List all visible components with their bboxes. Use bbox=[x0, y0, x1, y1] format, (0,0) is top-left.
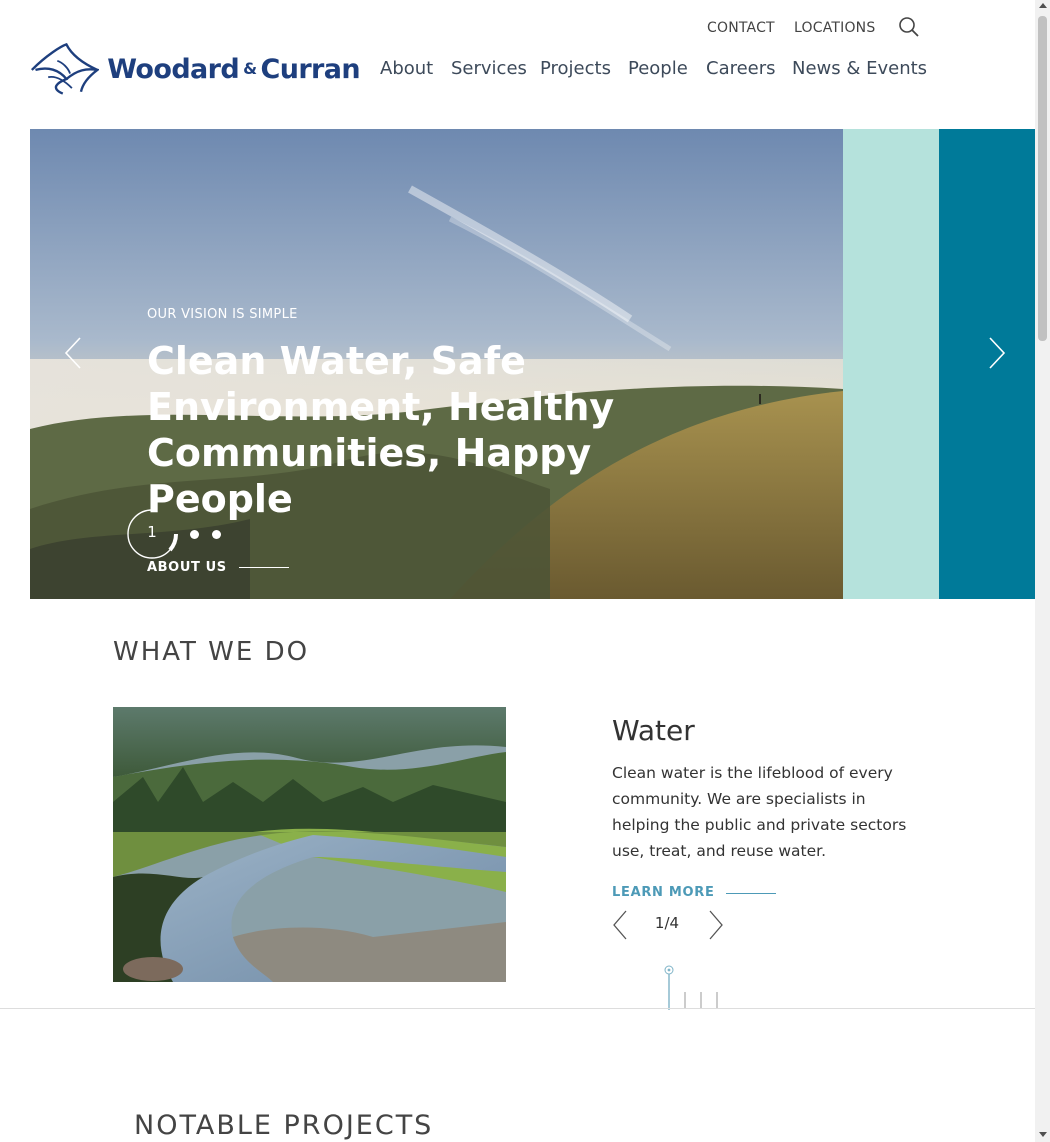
learn-more-underline bbox=[726, 893, 776, 894]
hero-side-panel-mint[interactable] bbox=[843, 129, 939, 599]
contact-link[interactable]: CONTACT bbox=[707, 20, 775, 36]
logo-mark-icon bbox=[30, 42, 100, 95]
service-description: Clean water is the lifeblood of every co… bbox=[612, 764, 907, 860]
nav-projects[interactable]: Projects bbox=[540, 58, 611, 79]
scrollbar-thumb[interactable] bbox=[1038, 16, 1047, 341]
hero-next-arrow-icon[interactable] bbox=[980, 336, 1010, 370]
hero-eyebrow: OUR VISION IS SIMPLE bbox=[147, 307, 298, 322]
hero-title: Clean Water, Safe Environment, Healthy C… bbox=[147, 339, 615, 521]
nav-news-events[interactable]: News & Events bbox=[792, 58, 927, 79]
hero-prev-arrow-icon[interactable] bbox=[60, 336, 90, 370]
what-we-do-title: WHAT WE DO bbox=[113, 637, 310, 667]
water-river-image bbox=[113, 707, 506, 982]
hero-dot-1[interactable] bbox=[190, 530, 199, 539]
hero-dot-2[interactable] bbox=[212, 530, 221, 539]
section-divider bbox=[0, 1008, 1035, 1009]
nav-careers[interactable]: Careers bbox=[706, 58, 776, 79]
about-us-underline bbox=[239, 567, 289, 568]
locations-link[interactable]: LOCATIONS bbox=[794, 20, 875, 36]
about-us-link[interactable]: ABOUT US bbox=[147, 560, 227, 575]
pager-next-arrow-icon[interactable] bbox=[708, 910, 724, 940]
pager-count: 1/4 bbox=[654, 914, 680, 932]
logo-wordmark: Woodard & Curran bbox=[107, 53, 360, 85]
company-logo[interactable]: Woodard & Curran bbox=[30, 40, 361, 98]
learn-more-link[interactable]: LEARN MORE bbox=[612, 885, 715, 900]
notable-projects-title: NOTABLE PROJECTS bbox=[134, 1110, 434, 1141]
pager-tick-indicator bbox=[664, 965, 718, 1010]
service-heading: Water bbox=[612, 714, 695, 747]
search-icon[interactable] bbox=[898, 16, 920, 38]
pager-prev-arrow-icon[interactable] bbox=[612, 910, 628, 940]
nav-about[interactable]: About bbox=[380, 58, 433, 79]
nav-services[interactable]: Services bbox=[451, 58, 527, 79]
hero-slide-number: 1 bbox=[147, 523, 157, 541]
scroll-up-arrow-icon[interactable] bbox=[1039, 3, 1047, 8]
scroll-down-arrow-icon[interactable] bbox=[1039, 1132, 1047, 1137]
nav-people[interactable]: People bbox=[628, 58, 688, 79]
